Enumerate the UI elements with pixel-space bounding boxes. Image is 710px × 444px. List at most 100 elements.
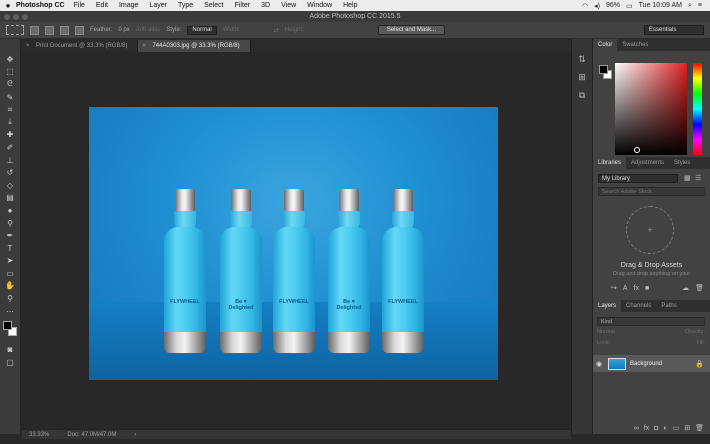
path-selection-tool-icon[interactable]: ➤ [3,255,17,268]
status-menu-icon[interactable]: › [134,432,136,438]
tab-print-document[interactable]: × Print Document @ 33.3% (RGB/8) [22,40,139,52]
lock-icon[interactable]: 🔒 [695,360,704,368]
new-layer-icon[interactable]: ⊞ [684,424,690,432]
volume-icon[interactable]: ◂) [594,2,600,10]
tab-swatches[interactable]: Swatches [617,39,653,51]
more-tools-icon[interactable]: ⋯ [3,305,17,318]
tab-channels[interactable]: Channels [621,300,656,312]
move-tool-icon[interactable]: ✥ [3,53,17,66]
history-brush-tool-icon[interactable]: ↺ [3,166,17,179]
antialias-checkbox[interactable]: Anti-alias [136,27,161,33]
tab-layers[interactable]: Layers [593,300,622,312]
menu-select[interactable]: Select [204,2,223,9]
layer-row-background[interactable]: ◉ Background 🔒 [593,355,710,372]
zoom-level[interactable]: 33.33% [29,432,49,438]
eye-icon[interactable]: ◉ [593,360,605,368]
subtract-selection-icon[interactable] [60,25,69,35]
style-select[interactable]: Normal [187,25,217,35]
delete-library-item-icon[interactable]: 🗑 [695,284,704,292]
fx-icon[interactable]: fx [644,425,649,432]
add-graphic-icon[interactable]: ↪ [611,284,617,292]
new-group-icon[interactable]: ▭ [673,424,680,432]
swap-icon[interactable]: ⇄ [274,27,279,34]
marquee-tool-icon[interactable]: ⬚ [3,66,17,79]
layer-name[interactable]: Background [630,361,662,367]
menu-help[interactable]: Help [343,2,357,9]
feather-value[interactable]: 0 px [118,27,129,33]
tab-paths[interactable]: Paths [656,300,681,312]
foreground-color-swatch[interactable] [3,321,12,331]
clone-stamp-tool-icon[interactable]: ⊥ [3,154,17,167]
library-search-input[interactable]: Search Adobe Stock [598,187,705,196]
app-menu[interactable]: Photoshop CC [16,2,65,9]
grid-view-icon[interactable]: ▦ [684,174,691,182]
layer-filter-kind[interactable]: Kind [597,317,705,326]
blend-mode-select[interactable]: Normal [597,329,615,338]
add-character-style-icon[interactable]: A [623,285,628,292]
menu-view[interactable]: View [281,2,296,9]
rectangle-tool-icon[interactable]: ▭ [3,267,17,280]
quick-mask-icon[interactable]: ◙ [3,343,17,356]
add-layer-style-icon[interactable]: fx [634,285,639,292]
close-tab-icon[interactable]: × [26,43,30,49]
lasso-tool-icon[interactable]: ᘓ [3,78,17,91]
color-picker-cursor[interactable] [634,147,640,153]
menu-file[interactable]: File [74,2,85,9]
add-selection-icon[interactable] [45,25,54,35]
link-layers-icon[interactable]: ∞ [634,425,639,432]
add-mask-icon[interactable]: ◘ [654,425,658,432]
eraser-tool-icon[interactable]: ◇ [3,179,17,192]
zoom-window-button[interactable] [22,14,28,20]
tab-744a0303[interactable]: × 744A0303.jpg @ 33.3% (RGB/8) [138,40,251,52]
list-view-icon[interactable]: ☰ [695,174,701,182]
cloud-sync-icon[interactable]: ☁ [682,284,689,292]
intersect-selection-icon[interactable] [75,25,84,35]
brush-tool-icon[interactable]: ✐ [3,141,17,154]
clock[interactable]: Tue 10:09 AM [639,2,682,9]
hand-tool-icon[interactable]: ✋ [3,280,17,293]
gradient-tool-icon[interactable]: ▤ [3,192,17,205]
wifi-icon[interactable]: ◠ [582,2,588,10]
document-image[interactable]: FLYWHEEL Be ♥ Delighted FLYWHEEL Be ♥ De… [89,107,498,380]
zoom-tool-icon[interactable]: ⚲ [3,292,17,305]
history-panel-icon[interactable]: ⇅ [576,53,588,65]
pen-tool-icon[interactable]: ✒ [3,229,17,242]
notification-center-icon[interactable]: ≡ [698,2,702,9]
battery-icon[interactable]: ▭ [626,2,633,10]
adjustments-panel-icon[interactable]: ⧉ [576,89,588,101]
menu-3d[interactable]: 3D [261,2,270,9]
new-selection-icon[interactable] [30,25,39,35]
dodge-tool-icon[interactable]: ⚲ [3,217,17,230]
add-color-icon[interactable]: ■ [645,285,649,292]
search-icon[interactable]: ⌕ [688,2,692,10]
panel-foreground-swatch[interactable] [599,65,608,74]
healing-brush-tool-icon[interactable]: ✚ [3,129,17,142]
type-tool-icon[interactable]: T [3,242,17,255]
drop-target[interactable]: + [626,206,674,254]
properties-panel-icon[interactable]: ⊞ [576,71,588,83]
workspace-switcher[interactable]: Essentials [644,25,704,35]
color-swatches[interactable] [3,321,17,337]
menu-window[interactable]: Window [307,2,332,9]
hue-slider[interactable] [693,63,702,155]
doc-size[interactable]: Doc: 47.0M/47.0M [67,432,116,438]
tab-color[interactable]: Color [593,39,618,51]
canvas-area[interactable]: FLYWHEEL Be ♥ Delighted FLYWHEEL Be ♥ De… [22,52,571,429]
eyedropper-tool-icon[interactable]: ⤓ [3,116,17,129]
close-window-button[interactable] [4,14,10,20]
layer-thumbnail[interactable] [608,357,626,370]
tab-adjustments[interactable]: Adjustments [626,157,669,169]
minimize-window-button[interactable] [13,14,19,20]
apple-menu-icon[interactable]: ● [0,1,16,10]
crop-tool-icon[interactable]: ⌗ [3,103,17,116]
blur-tool-icon[interactable]: ● [3,204,17,217]
quick-selection-tool-icon[interactable]: ✎ [3,91,17,104]
close-tab-icon[interactable]: × [142,43,146,49]
menu-layer[interactable]: Layer [149,2,167,9]
menu-edit[interactable]: Edit [96,2,108,9]
color-field[interactable] [615,63,687,155]
screen-mode-icon[interactable]: ▢ [3,356,17,369]
library-select[interactable]: My Library [598,174,678,183]
menu-image[interactable]: Image [119,2,138,9]
select-and-mask-button[interactable]: Select and Mask... [377,25,446,35]
